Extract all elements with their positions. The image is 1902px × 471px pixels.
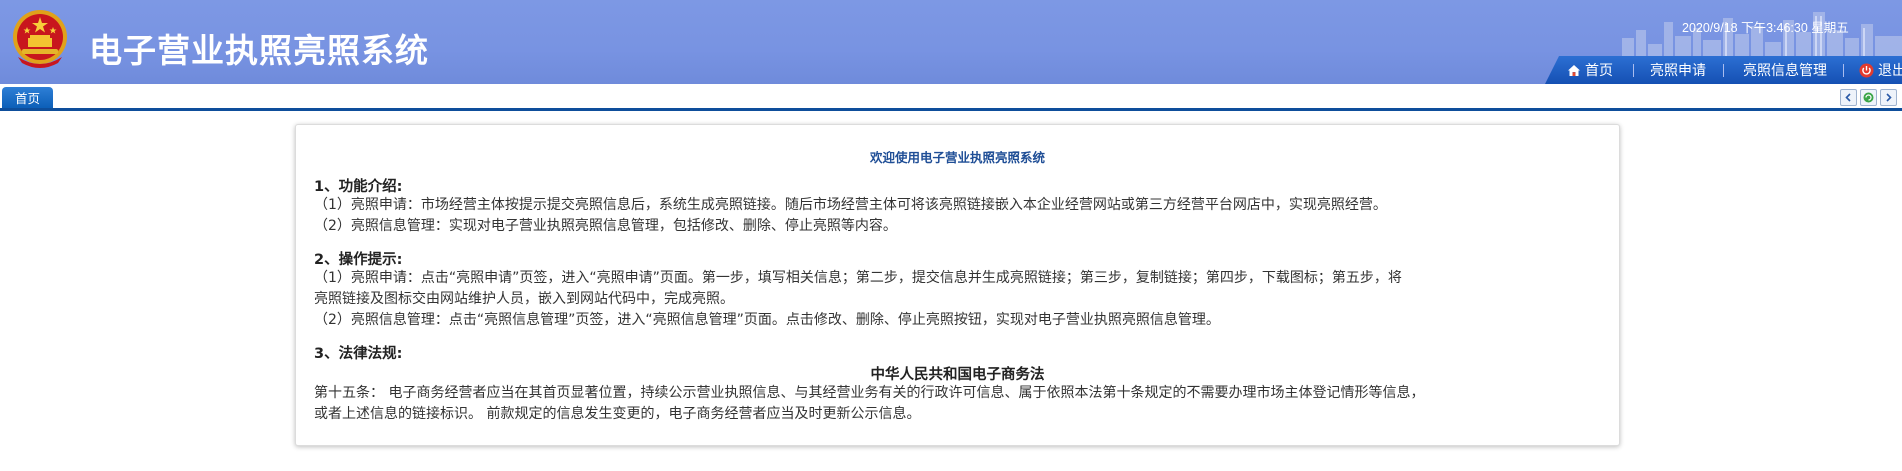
nav-logout-label: 退出 (1878, 63, 1902, 79)
section-function-heading: 1、功能介绍: (314, 179, 403, 195)
nav-home-label: 首页 (1585, 63, 1613, 79)
app-header: 电子营业执照亮照系统 2020/9/18 下午3:46:30 星期五 首页 亮照… (0, 0, 1902, 84)
nav-license-apply[interactable]: 亮照申请 (1650, 56, 1706, 84)
tab-scroll-right-button[interactable] (1880, 89, 1897, 106)
section-law-line: 第十五条： 电子商务经营者应当在其首页显著位置，持续公示营业执照信息、与其经营业… (314, 385, 1425, 401)
tab-refresh-button[interactable] (1860, 89, 1877, 106)
nav-divider (1723, 64, 1724, 77)
nav-license-manage[interactable]: 亮照信息管理 (1743, 56, 1827, 84)
tab-scroll-left-button[interactable] (1840, 89, 1857, 106)
nav-divider (1843, 64, 1844, 77)
app-title: 电子营业执照亮照系统 (89, 31, 429, 70)
power-icon (1859, 63, 1874, 77)
section-operation-line: （2）亮照信息管理：点击“亮照信息管理”页签，进入“亮照信息管理”页面。点击修改… (314, 312, 1220, 328)
nav-home[interactable]: 首页 (1567, 56, 1613, 84)
nav-divider (1633, 64, 1634, 77)
section-operation-heading: 2、操作提示: (314, 252, 403, 268)
nav-license-apply-label: 亮照申请 (1650, 63, 1706, 79)
welcome-title: 欢迎使用电子营业执照亮照系统 (869, 150, 1045, 165)
law-title: 中华人民共和国电子商务法 (870, 367, 1045, 383)
section-operation-line: 亮照链接及图标交由网站维护人员，嵌入到网站代码中，完成亮照。 (314, 291, 734, 307)
top-navigation: 首页 亮照申请 亮照信息管理 退出 (1545, 56, 1902, 84)
chevron-right-icon (1886, 93, 1892, 102)
welcome-panel: 欢迎使用电子营业执照亮照系统 1、功能介绍: （1）亮照申请：市场经营主体按提示… (295, 124, 1620, 446)
tab-home[interactable]: 首页 (2, 87, 53, 108)
national-emblem-icon (13, 10, 67, 68)
section-law-line: 或者上述信息的链接标识。 前款规定的信息发生变更的，电子商务经营者应当及时更新公… (314, 406, 921, 422)
section-law-heading: 3、法律法规: (314, 346, 403, 362)
nav-license-manage-label: 亮照信息管理 (1743, 63, 1827, 79)
section-function-line: （2）亮照信息管理：实现对电子营业执照亮照信息管理，包括修改、删除、停止亮照等内… (314, 218, 897, 234)
home-icon (1568, 64, 1580, 76)
refresh-icon (1863, 92, 1874, 103)
current-datetime: 2020/9/18 下午3:46:30 星期五 (1682, 21, 1849, 35)
chevron-left-icon (1845, 93, 1851, 102)
tab-bar: 首页 (0, 84, 1902, 111)
nav-logout[interactable]: 退出 (1859, 56, 1902, 84)
section-operation-line: （1）亮照申请：点击“亮照申请”页签，进入“亮照申请”页面。第一步，填写相关信息… (314, 270, 1402, 286)
section-function-line: （1）亮照申请：市场经营主体按提示提交亮照信息后，系统生成亮照链接。随后市场经营… (314, 197, 1387, 213)
